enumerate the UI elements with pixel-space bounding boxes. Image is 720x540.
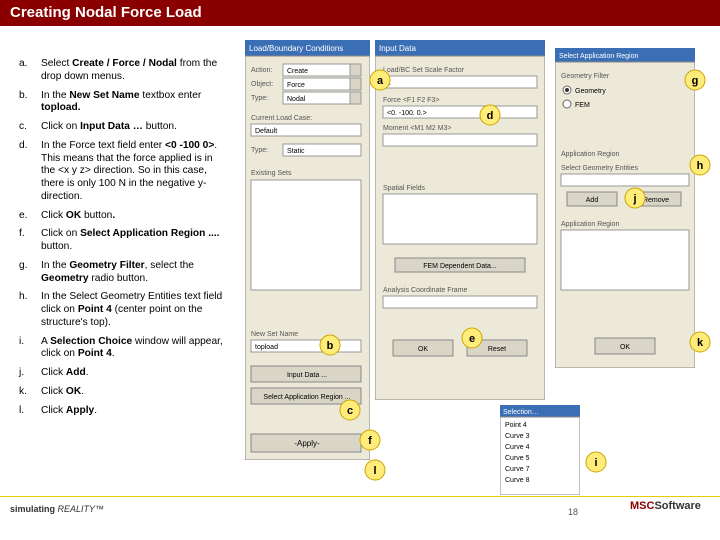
callout-i: [586, 452, 606, 472]
svg-text:topload: topload: [255, 344, 278, 351]
step-text: In the Select Geometry Entities text fie…: [40, 290, 230, 332]
svg-text:Selection…: Selection…: [503, 409, 539, 416]
step-letter: g.: [18, 259, 38, 289]
step-letter: d.: [18, 139, 38, 207]
step-letter: i.: [18, 335, 38, 365]
title-bar: Creating Nodal Force Load: [0, 0, 720, 26]
step-letter: j.: [18, 366, 38, 383]
svg-text:Select Geometry Entities: Select Geometry Entities: [561, 165, 639, 172]
step-text: Select Create / Force / Nodal from the d…: [40, 57, 230, 87]
svg-text:FEM: FEM: [575, 102, 590, 109]
step-text: Click on Select Application Region .... …: [40, 227, 230, 257]
page-title: Creating Nodal Force Load: [0, 0, 720, 25]
svg-text:-Apply-: -Apply-: [294, 439, 320, 448]
svg-text:New Set Name: New Set Name: [251, 331, 298, 338]
svg-text:k: k: [697, 337, 704, 349]
panel-lbc-title: Load/Boundary Conditions: [249, 44, 343, 53]
panel-selection-choice: Selection… Point 4 Curve 3 Curve 4 Curve 5 C…: [500, 405, 580, 495]
svg-text:1: 1: [387, 80, 391, 87]
footer-rule: [0, 496, 720, 497]
svg-text:Default: Default: [255, 128, 277, 135]
svg-text:Static: Static: [287, 148, 305, 155]
step-text: Click Add.: [40, 366, 230, 383]
svg-text:Geometry Filter: Geometry Filter: [561, 73, 610, 80]
svg-text:Type:: Type:: [251, 95, 268, 102]
selection-item[interactable]: Curve 8: [505, 477, 530, 484]
panel-lbc: Load/Boundary Conditions Action: Create …: [245, 40, 370, 460]
svg-text:Type:: Type:: [251, 147, 268, 154]
step-letter: f.: [18, 227, 38, 257]
step-text: Click OK.: [40, 385, 230, 402]
svg-text:Reset: Reset: [488, 346, 506, 353]
svg-text:Input Data ...: Input Data ...: [287, 372, 327, 379]
step-text: In the Geometry Filter, select the Geome…: [40, 259, 230, 289]
svg-text:Spatial Fields: Spatial Fields: [383, 185, 426, 192]
svg-text:Analysis Coordinate Frame: Analysis Coordinate Frame: [383, 287, 468, 294]
step-text: In the New Set Name textbox enter toploa…: [40, 89, 230, 119]
svg-text:Object:: Object:: [251, 81, 273, 88]
step-letter: a.: [18, 57, 38, 87]
svg-text:Geometry: Geometry: [575, 88, 606, 95]
selection-item[interactable]: Curve 3: [505, 433, 530, 440]
selection-item[interactable]: Curve 7: [505, 466, 530, 473]
step-letter: e.: [18, 209, 38, 226]
step-text: A Selection Choice window will appear, c…: [40, 335, 230, 365]
callout-l: [365, 460, 385, 480]
panel-region-title: Select Application Region: [559, 53, 638, 60]
step-letter: k.: [18, 385, 38, 402]
step-text: Click Apply.: [40, 404, 230, 421]
svg-text:Existing Sets: Existing Sets: [251, 170, 292, 177]
svg-text:Action:: Action:: [251, 67, 272, 74]
svg-text:Select Application Region ...: Select Application Region ...: [263, 394, 350, 401]
svg-text:l: l: [373, 465, 376, 477]
svg-text:OK: OK: [620, 344, 630, 351]
step-letter: b.: [18, 89, 38, 119]
footer-logo: MSCSoftware: [630, 500, 701, 512]
step-text: Click OK button.: [40, 209, 230, 226]
page-number: 18: [568, 507, 578, 517]
step-letter: l.: [18, 404, 38, 421]
svg-text:Moment <M1 M2 M3>: Moment <M1 M2 M3>: [383, 125, 451, 132]
svg-text:Nodal: Nodal: [287, 96, 306, 103]
svg-text:h: h: [697, 160, 704, 172]
svg-text:Load/BC Set Scale Factor: Load/BC Set Scale Factor: [383, 67, 465, 74]
step-text: Click on Input Data … button.: [40, 120, 230, 137]
footer-simulating: simulating REALITY™: [10, 504, 104, 514]
svg-text:Application Region: Application Region: [561, 221, 619, 228]
svg-text:Add: Add: [586, 197, 599, 204]
select-entities-field[interactable]: [561, 174, 689, 186]
svg-text:Force <F1 F2 F3>: Force <F1 F2 F3>: [383, 97, 439, 104]
panel-select-region: Select Application Region Geometry Filte…: [555, 48, 695, 368]
svg-text:Force: Force: [287, 82, 305, 89]
step-letter: h.: [18, 290, 38, 332]
selection-item[interactable]: Curve 4: [505, 444, 530, 451]
svg-text:Current Load Case:: Current Load Case:: [251, 115, 312, 122]
svg-text:FEM Dependent Data...: FEM Dependent Data...: [423, 263, 497, 270]
step-text: In the Force text field enter <0 -100 0>…: [40, 139, 230, 207]
svg-text:Create: Create: [287, 68, 308, 75]
panel-input-title: Input Data: [379, 44, 416, 53]
svg-text:Remove: Remove: [643, 197, 669, 204]
svg-text:<0. -100. 0.>: <0. -100. 0.>: [387, 110, 427, 117]
instruction-list: a.Select Create / Force / Nodal from the…: [16, 55, 232, 422]
panel-input-data: Input Data Load/BC Set Scale Factor 1 Fo…: [375, 40, 545, 400]
svg-text:OK: OK: [418, 346, 428, 353]
step-letter: c.: [18, 120, 38, 137]
svg-text:i: i: [594, 457, 597, 469]
svg-text:Application Region: Application Region: [561, 151, 619, 158]
selection-item[interactable]: Point 4: [505, 422, 527, 429]
selection-item[interactable]: Curve 5: [505, 455, 530, 462]
